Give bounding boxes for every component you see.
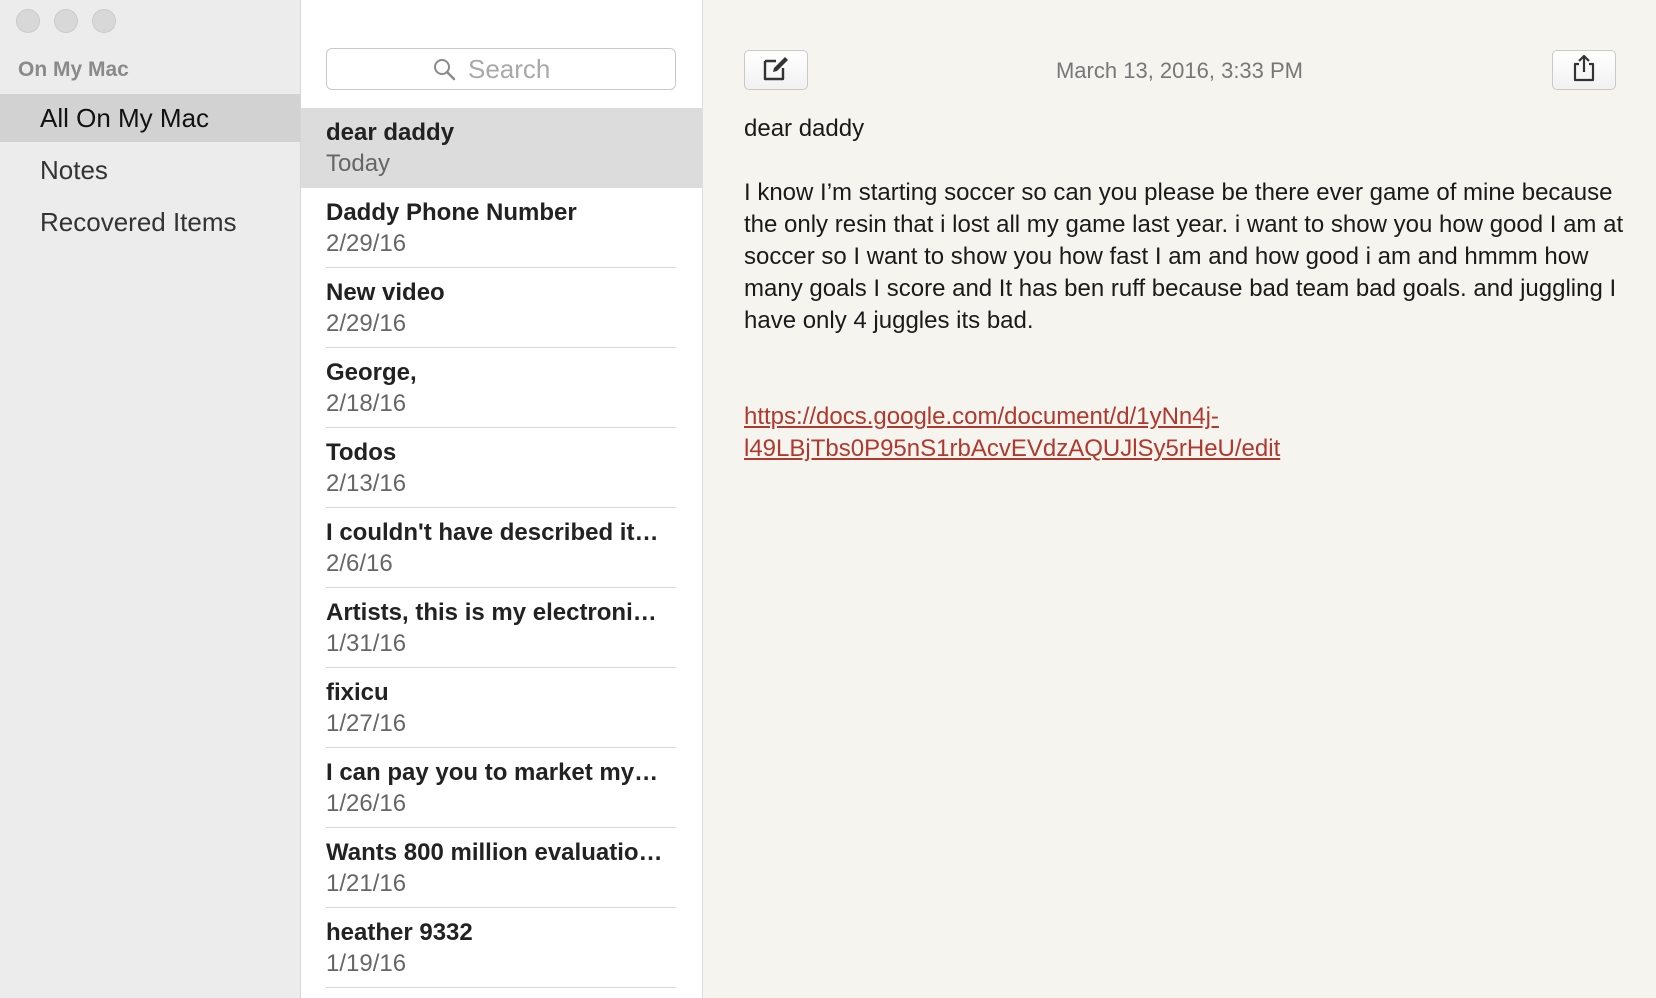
note-date: 2/13/16: [326, 470, 407, 497]
note-date: 1/19/16: [326, 950, 407, 977]
sidebar-item-all-on-my-mac[interactable]: All On My Mac: [0, 94, 300, 142]
note-link-line-1[interactable]: https://docs.google.com/document/d/1yNn4…: [744, 403, 1219, 430]
list-item[interactable]: New video 2/29/16: [301, 268, 702, 348]
sidebar-item-recovered-items[interactable]: Recovered Items: [0, 198, 300, 246]
share-icon: [1570, 53, 1598, 88]
note-title: New video: [326, 279, 445, 306]
sidebar-item-notes[interactable]: Notes: [0, 146, 300, 194]
note-date: 1/31/16: [326, 630, 407, 657]
close-window-button[interactable]: [16, 9, 40, 33]
note-title: Daddy Phone Number: [326, 199, 577, 226]
note-date: 1/27/16: [326, 710, 407, 737]
minimize-window-button[interactable]: [54, 9, 78, 33]
notes-window: On My Mac All On My Mac Notes Recovered …: [0, 0, 1656, 998]
list-item[interactable]: Artists, this is my electroni… 1/31/16: [301, 588, 702, 668]
note-title: Artists, this is my electroni…: [326, 599, 657, 626]
list-item[interactable]: George, 2/18/16: [301, 348, 702, 428]
note-title: George,: [326, 359, 417, 386]
note-date: 1/21/16: [326, 870, 407, 897]
note-date: 2/29/16: [326, 310, 407, 337]
note-date: 2/29/16: [326, 230, 407, 257]
zoom-window-button[interactable]: [92, 9, 116, 33]
search-field[interactable]: [326, 48, 676, 90]
list-item[interactable]: I couldn't have described it… 2/6/16: [301, 508, 702, 588]
note-date: 2/18/16: [326, 390, 407, 417]
list-item[interactable]: fixicu 1/27/16: [301, 668, 702, 748]
note-title: heather 9332: [326, 919, 473, 946]
list-item[interactable]: Daddy Phone Number 2/29/16: [301, 188, 702, 268]
note-title: fixicu: [326, 679, 389, 706]
note-date: 1/26/16: [326, 790, 407, 817]
note-date: Today: [326, 150, 391, 177]
note-title: I couldn't have described it…: [326, 519, 659, 546]
list-item[interactable]: dear daddy Today: [301, 108, 702, 188]
window-controls: [16, 9, 116, 33]
note-heading-line: dear daddy: [744, 115, 865, 142]
note-title: Wants 800 million evaluatio…: [326, 839, 663, 866]
list-item[interactable]: Wants 800 million evaluatio… 1/21/16: [301, 828, 702, 908]
note-title: Todos: [326, 439, 397, 466]
note-editor: March 13, 2016, 3:33 PM dear daddy I kno…: [703, 0, 1656, 998]
list-item[interactable]: I can pay you to market my… 1/26/16: [301, 748, 702, 828]
list-item[interactable]: heather 9332 1/19/16: [301, 908, 702, 988]
note-timestamp: March 13, 2016, 3:33 PM: [1055, 58, 1304, 83]
sidebar-folder-list: All On My Mac Notes Recovered Items: [0, 94, 300, 250]
note-paragraph: I know I’m starting soccer so can you pl…: [744, 179, 1624, 334]
note-date: 2/6/16: [326, 550, 393, 577]
note-title: I can pay you to market my…: [326, 759, 659, 786]
search-icon: [432, 57, 456, 81]
sidebar: On My Mac All On My Mac Notes Recovered …: [0, 0, 301, 998]
search-input[interactable]: [466, 52, 570, 86]
notes-list: dear daddy Today Daddy Phone Number 2/29…: [301, 108, 702, 988]
note-body[interactable]: dear daddy I know I’m starting soccer so…: [744, 113, 1624, 465]
note-link-line-2[interactable]: l49LBjTbs0P95nS1rbAcvEVdzAQUJlSy5rHeU/ed…: [744, 435, 1280, 462]
note-list-pane: dear daddy Today Daddy Phone Number 2/29…: [301, 0, 703, 998]
list-item[interactable]: Todos 2/13/16: [301, 428, 702, 508]
share-button[interactable]: [1552, 50, 1616, 90]
note-title: dear daddy: [326, 119, 455, 146]
sidebar-section-title: On My Mac: [18, 58, 129, 81]
